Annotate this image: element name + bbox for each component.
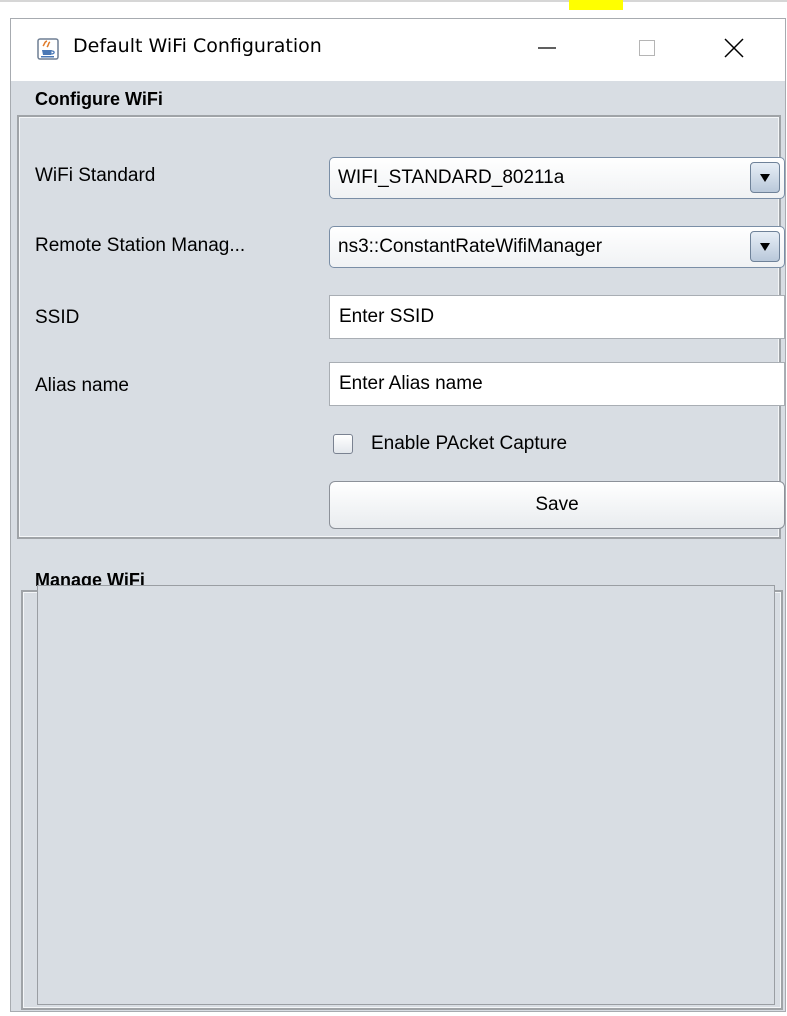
wifi-list[interactable] [37, 585, 775, 1005]
save-button[interactable]: Save [329, 481, 785, 529]
packet-capture-label: Enable PAcket Capture [371, 433, 568, 454]
maximize-icon [636, 37, 658, 63]
window-title: Default WiFi Configuration [73, 35, 322, 57]
minimize-button[interactable] [507, 19, 587, 81]
dropdown-button[interactable] [750, 162, 780, 193]
triangle-down-icon [759, 237, 771, 256]
remote-station-manager-value: ns3::ConstantRateWifiManager [338, 236, 603, 257]
close-button[interactable] [694, 19, 774, 81]
ssid-input[interactable] [329, 295, 785, 339]
alias-name-label: Alias name [35, 375, 129, 396]
packet-capture-option[interactable]: Enable PAcket Capture [333, 431, 567, 457]
minimize-icon [536, 37, 558, 63]
triangle-down-icon [759, 168, 771, 187]
title-bar[interactable]: Default WiFi Configuration [11, 19, 785, 81]
configuration-window: Default WiFi Configuration Configure WiF… [10, 18, 786, 1012]
close-icon [723, 37, 745, 63]
wifi-standard-select[interactable]: WIFI_STANDARD_80211a [329, 157, 785, 199]
dropdown-button[interactable] [750, 231, 780, 262]
alias-name-input[interactable] [329, 362, 785, 406]
remote-station-manager-label: Remote Station Manag... [35, 235, 246, 256]
background-strip [0, 0, 787, 20]
remote-station-manager-select[interactable]: ns3::ConstantRateWifiManager [329, 226, 785, 268]
ssid-label: SSID [35, 307, 80, 328]
text-highlight [569, 0, 623, 10]
java-cup-icon [37, 38, 59, 60]
background-divider [0, 0, 787, 2]
configure-wifi-heading: Configure WiFi [35, 89, 163, 109]
maximize-button[interactable] [607, 19, 687, 81]
wifi-standard-value: WIFI_STANDARD_80211a [338, 167, 565, 188]
packet-capture-checkbox[interactable] [333, 434, 353, 454]
wifi-standard-label: WiFi Standard [35, 165, 156, 186]
